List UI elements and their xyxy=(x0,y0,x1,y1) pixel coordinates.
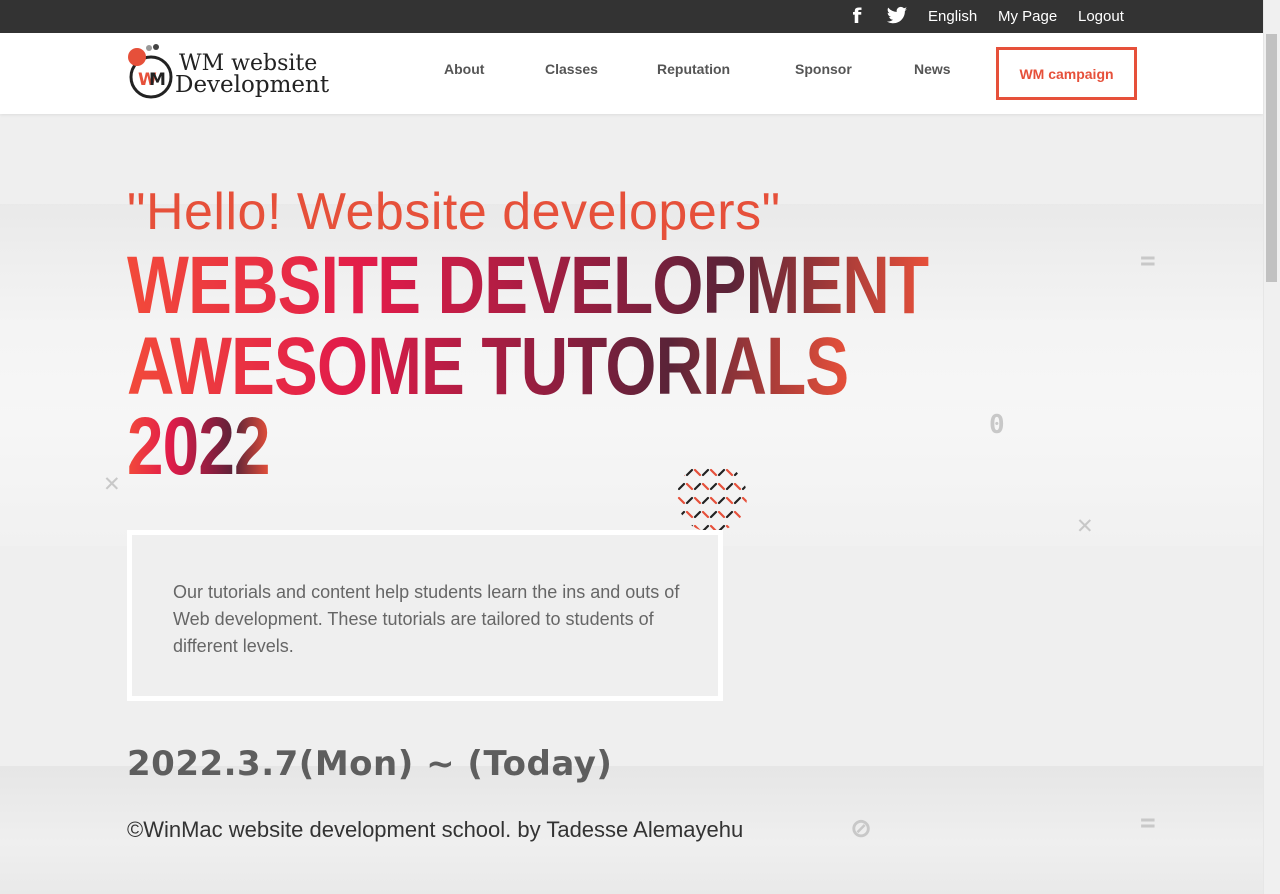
nav-classes[interactable]: Classes xyxy=(545,61,598,77)
copyright-text: ©WinMac website development school. by T… xyxy=(127,817,744,842)
hero-greeting: "Hello! Website developers" xyxy=(127,183,781,241)
no-sign-deco-icon: ⊘ xyxy=(852,811,871,846)
zero-deco-icon: 0 xyxy=(989,410,1005,440)
close-x-deco-icon: ✕ xyxy=(1077,510,1093,540)
nav-about[interactable]: About xyxy=(444,61,484,77)
description-text: Our tutorials and content help students … xyxy=(173,582,680,656)
language-link[interactable]: English xyxy=(928,8,977,26)
site-header: W M WM website Development About Classes… xyxy=(0,33,1263,114)
dot-pattern-icon xyxy=(677,468,747,532)
logo-mark-icon: W M xyxy=(128,44,173,99)
logo[interactable]: W M WM website Development xyxy=(127,43,337,99)
facebook-icon[interactable]: f xyxy=(849,5,865,27)
hero-headline-line1: WEBSITE DEVELOPMENT xyxy=(127,240,929,331)
hero-headline-line2: AWESOME TUTORIALS xyxy=(127,321,849,412)
close-x-deco-icon: ✕ xyxy=(104,468,120,498)
top-bar: f English My Page Logout xyxy=(0,0,1280,33)
logout-link[interactable]: Logout xyxy=(1078,8,1124,26)
nav-sponsor[interactable]: Sponsor xyxy=(795,61,852,77)
hero-headline-line3: 2022 xyxy=(127,401,271,492)
equals-deco-icon: = xyxy=(1140,808,1156,838)
svg-text:M: M xyxy=(149,70,166,90)
description-card: Our tutorials and content help students … xyxy=(127,530,723,701)
page-scrollbar-thumb[interactable] xyxy=(1266,34,1277,282)
my-page-link[interactable]: My Page xyxy=(998,8,1057,26)
event-date: 2022.3.7(Mon) ~ (Today) xyxy=(127,744,613,784)
equals-deco-icon: = xyxy=(1140,246,1156,276)
logo-text-line2: Development xyxy=(175,72,330,98)
nav-news[interactable]: News xyxy=(914,61,951,77)
nav-reputation[interactable]: Reputation xyxy=(657,61,730,77)
campaign-button[interactable]: WM campaign xyxy=(996,47,1137,100)
twitter-icon[interactable] xyxy=(886,6,908,26)
